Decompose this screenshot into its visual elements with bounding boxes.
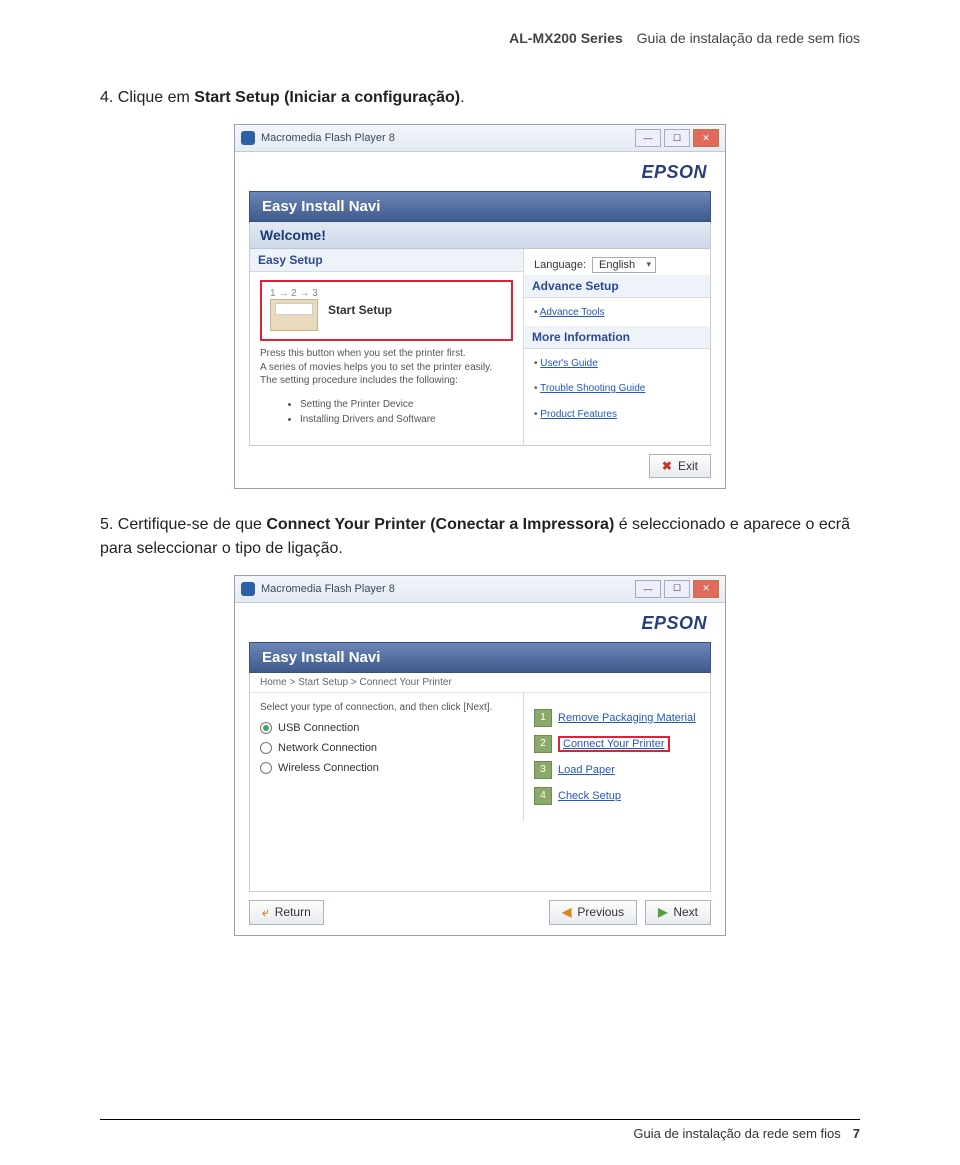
flash-icon — [241, 582, 255, 596]
advance-setup-heading: Advance Setup — [524, 275, 710, 298]
guide-name: Guia de instalação da rede sem fios — [637, 30, 860, 46]
window-title-bar: Macromedia Flash Player 8 — ☐ ✕ — [235, 576, 725, 603]
step-remove-packaging[interactable]: 1Remove Packaging Material — [534, 709, 700, 727]
step-num-icon: 2 — [534, 735, 552, 753]
step-check-setup[interactable]: 4Check Setup — [534, 787, 700, 805]
start-setup-tile[interactable]: 1 → 2 → 3 Start Setup — [260, 280, 513, 341]
close-button[interactable]: ✕ — [693, 129, 719, 147]
language-label: Language: — [534, 259, 586, 271]
step4-text: 4. Clique em Start Setup (Iniciar a conf… — [100, 86, 860, 110]
return-arrow-icon: ⤶ — [262, 905, 269, 920]
steps-123: 1 → 2 → 3 — [270, 288, 318, 299]
step-num-icon: 3 — [534, 761, 552, 779]
flash-icon — [241, 131, 255, 145]
window-title: Macromedia Flash Player 8 — [261, 132, 629, 144]
running-header: AL-MX200 Series Guia de instalação da re… — [100, 30, 860, 46]
x-icon: ✖ — [662, 459, 672, 473]
radio-network[interactable]: Network Connection — [260, 742, 513, 754]
trouble-shooting-link[interactable]: Trouble Shooting Guide — [540, 383, 645, 394]
navi-heading: Easy Install Navi — [249, 642, 711, 673]
minimize-button[interactable]: — — [635, 580, 661, 598]
previous-button[interactable]: ◀Previous — [549, 900, 637, 925]
language-select[interactable]: English — [592, 257, 656, 273]
radio-wireless[interactable]: Wireless Connection — [260, 762, 513, 774]
navi-heading: Easy Install Navi — [249, 191, 711, 222]
step-num-icon: 4 — [534, 787, 552, 805]
epson-logo: EPSON — [641, 162, 707, 182]
screenshot-start-setup: Macromedia Flash Player 8 — ☐ ✕ EPSON Ea… — [234, 124, 726, 489]
easy-setup-heading: Easy Setup — [250, 249, 523, 272]
minimize-button[interactable]: — — [635, 129, 661, 147]
step-load-paper[interactable]: 3Load Paper — [534, 761, 700, 779]
exit-button[interactable]: ✖Exit — [649, 454, 711, 478]
welcome-heading: Welcome! — [250, 222, 710, 249]
arrow-right-icon: ▶ — [658, 905, 667, 919]
radio-icon — [260, 742, 272, 754]
epson-logo: EPSON — [641, 613, 707, 633]
step-num-icon: 1 — [534, 709, 552, 727]
footer-guide-name: Guia de instalação da rede sem fios — [633, 1126, 840, 1141]
step-connect-printer[interactable]: 2Connect Your Printer — [534, 735, 700, 753]
page-number: 7 — [853, 1126, 860, 1141]
maximize-button[interactable]: ☐ — [664, 129, 690, 147]
advance-tools-link[interactable]: Advance Tools — [540, 307, 605, 318]
arrow-left-icon: ◀ — [562, 905, 571, 919]
language-row: Language: English — [534, 257, 700, 273]
box-icon — [270, 299, 318, 331]
maximize-button[interactable]: ☐ — [664, 580, 690, 598]
close-button[interactable]: ✕ — [693, 580, 719, 598]
more-info-heading: More Information — [524, 326, 710, 349]
radio-icon — [260, 722, 272, 734]
radio-icon — [260, 762, 272, 774]
select-instruction: Select your type of connection, and then… — [260, 701, 513, 715]
window-title-bar: Macromedia Flash Player 8 — ☐ ✕ — [235, 125, 725, 152]
step5-text: 5. Certifique-se de que Connect Your Pri… — [100, 513, 860, 561]
window-title: Macromedia Flash Player 8 — [261, 583, 629, 595]
users-guide-link[interactable]: User's Guide — [540, 358, 598, 369]
radio-usb[interactable]: USB Connection — [260, 722, 513, 734]
start-setup-desc: Press this button when you set the print… — [260, 347, 513, 427]
product-features-link[interactable]: Product Features — [540, 409, 617, 420]
screenshot-connect-printer: Macromedia Flash Player 8 — ☐ ✕ EPSON Ea… — [234, 575, 726, 936]
next-button[interactable]: ▶Next — [645, 900, 711, 925]
return-button[interactable]: ⤶Return — [249, 900, 324, 925]
page-footer: Guia de instalação da rede sem fios 7 — [100, 1119, 860, 1141]
start-setup-label: Start Setup — [328, 303, 392, 317]
series-name: AL-MX200 Series — [509, 30, 623, 46]
breadcrumb: Home > Start Setup > Connect Your Printe… — [250, 673, 710, 693]
